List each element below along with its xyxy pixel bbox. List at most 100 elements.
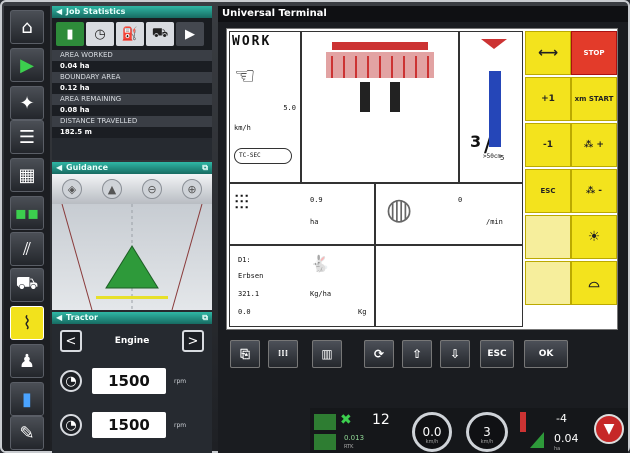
switch-softkey[interactable]: ⟷ [525,31,571,75]
area-remaining-label: AREA REMAINING [52,94,212,105]
copy-button[interactable]: ⎘ [230,340,260,368]
rate-minus-softkey[interactable]: ⁂ - [571,169,617,213]
person-icon[interactable]: ♟ [10,344,44,378]
fan-value: 0 [458,196,463,204]
signal-icon [314,414,336,430]
tab-next-button[interactable]: ▶ [176,22,204,46]
pto-speed-icon: ◔ [60,414,82,436]
undock-icon[interactable]: ⧉ [202,162,208,174]
job-statistics-panel: ◀ Job Statistics ▮ ◷ ⛽ ⛟ ▶ AREA WORKED 0.… [52,6,212,160]
home-icon[interactable]: ⌂ [10,10,44,44]
play-icon[interactable]: ▶ [10,48,44,82]
refresh-button[interactable]: ⟳ [364,340,394,368]
zoom-in-icon[interactable]: ⊕ [182,179,202,199]
delete-button[interactable]: ▥ [312,340,342,368]
hand-icon: ☜ [234,62,256,90]
ok-button[interactable]: OK [524,340,568,368]
rate-status-unit: ha [554,446,561,452]
universal-terminal: Universal Terminal WORK ☜ 5.0 km/h TC-SE… [218,6,628,453]
work-label: WORK [232,34,272,49]
guidance-toolbar: ◈ ▲ ⊖ ⊕ [52,174,212,204]
rate-unit: Kg/ha [310,290,332,298]
collapse-icon[interactable]: ◀ [56,6,62,18]
amount-value: 0.0 [238,308,251,316]
pto-speed-unit: rpm [174,421,187,429]
empty-cell [375,245,523,327]
depth-bar [489,71,501,147]
offset-value: -4 [556,412,567,425]
start-softkey[interactable]: xm START [571,77,617,121]
engine-speed-unit: rpm [174,377,187,385]
guidance-view[interactable] [52,204,212,310]
gear-gauge: 3 km/h [466,412,508,452]
engine-speed-value: 1500 [92,368,166,394]
collapse-icon[interactable]: ◀ [56,312,62,324]
esc-softkey[interactable]: ESC [525,169,571,213]
status-bar: ✖ 12 0.013 RTK 0.0 km/h 3 km/h -4 0.04 h… [310,408,628,453]
slope-icon [530,432,544,448]
area-value: 0.9 [310,196,323,204]
tab-timer[interactable]: ◷ [86,22,114,46]
work-cell: WORK ☜ 5.0 km/h TC-SEC [229,31,301,183]
gear-gauge-value: 3 [483,425,491,439]
alarm-icon[interactable]: ▼ [594,414,624,444]
sprayer-icon[interactable]: ⌇ [10,306,44,340]
plus-one-softkey[interactable]: +1 [525,77,571,121]
perspective-view-icon[interactable]: ◈ [62,179,82,199]
next-button[interactable]: > [182,330,204,352]
up-button[interactable]: ⇧ [402,340,432,368]
implement-image-cell [301,31,459,183]
satellite-icon[interactable]: ✦ [10,86,44,120]
tractor-icon[interactable]: ⛟ [10,268,44,302]
tab-field-stats[interactable]: ▮ [56,22,84,46]
zoom-out-icon[interactable]: ⊖ [142,179,162,199]
area-unit: ha [310,218,319,226]
esc-button[interactable]: ESC [480,340,514,368]
stop-softkey[interactable]: STOP [571,31,617,75]
satellite-icon: ✖ [340,412,352,428]
undock-icon[interactable]: ⧉ [202,312,208,324]
tab-sprayer[interactable]: ⛟ [146,22,174,46]
product-dosing-label: D1: [238,256,251,264]
amount-unit: Kg [358,308,367,316]
tab-fuel[interactable]: ⛽ [116,22,144,46]
wrench-icon[interactable]: ✎ [10,416,44,450]
product-name: Erbsen [238,272,264,280]
gear-gauge-unit: km/h [480,439,494,445]
marker-softkey[interactable]: ⌓ [571,261,617,305]
collapse-icon[interactable]: ◀ [56,162,62,174]
distance-travelled-label: DISTANCE TRAVELLED [52,116,212,127]
tractor-title: ◀ Tractor ⧉ [52,312,212,324]
guidance-panel: ◀ Guidance ⧉ ◈ ▲ ⊖ ⊕ [52,162,212,310]
area-remaining-value: 0.08 ha [52,105,212,116]
engine-speed-icon: ◔ [60,370,82,392]
cultivator-icon [326,42,434,112]
hare-icon: 🐇 [310,254,330,273]
job-statistics-title: ◀ Job Statistics [52,6,212,18]
down-button[interactable]: ⇩ [440,340,470,368]
boundary-area-value: 0.12 ha [52,83,212,94]
pto-speed-value: 1500 [92,412,166,438]
tank-icon[interactable]: ▮ [10,382,44,416]
lightbar-icon[interactable]: ▪▪ [10,196,44,230]
boundary-area-label: BOUNDARY AREA [52,72,212,83]
tc-sec-badge[interactable]: TC-SEC [234,148,292,164]
light-softkey[interactable]: ☀ [571,215,617,259]
minus-one-softkey[interactable]: -1 [525,123,571,167]
implement-icon[interactable]: ⫽ [10,232,44,266]
area-worked-label: AREA WORKED [52,50,212,61]
guidance-title: ◀ Guidance ⧉ [52,162,212,174]
depth-marker-icon [481,39,507,49]
map-view-icon[interactable]: ▲ [102,179,122,199]
list-icon[interactable]: ☰ [10,120,44,154]
rate-value: 321.1 [238,290,260,298]
numbers-button[interactable]: ⁞⁞⁞ [268,340,298,368]
rate-plus-softkey[interactable]: ⁂ + [571,123,617,167]
prev-button[interactable]: < [60,330,82,352]
terminal-title: Universal Terminal [218,6,628,22]
depth-label: >50cm [483,153,502,160]
calculator-icon[interactable]: ▦ [10,158,44,192]
speed-unit: km/h [234,124,251,132]
depth-gauge-cell: >50cm [467,31,527,183]
fan-unit: /min [486,218,503,226]
